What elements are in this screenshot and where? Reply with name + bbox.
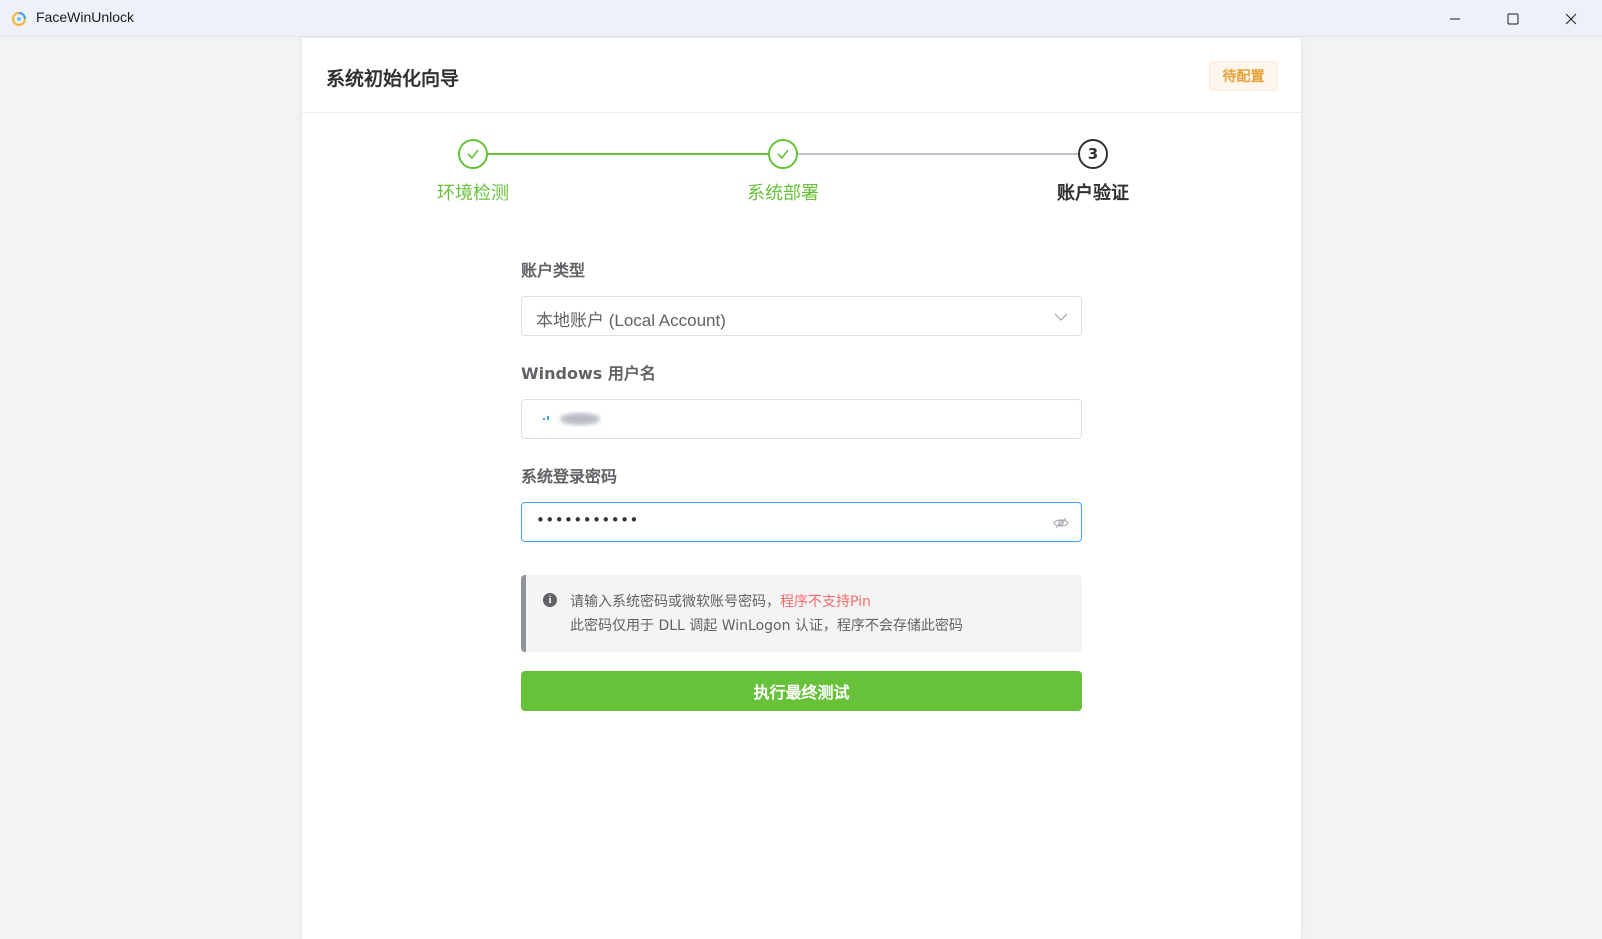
password-value: ••••••••••• — [536, 511, 639, 529]
setup-wizard-card: 系统初始化向导 待配置 环境检测 系统部署 3 账户验证 账户类型 本地账户 (… — [302, 38, 1301, 939]
pin-warning: 程序不支持Pin — [780, 594, 871, 610]
step-3-title: 账户验证 — [1057, 183, 1129, 204]
close-icon — [1565, 13, 1577, 24]
notice-line-2: 此密码仅用于 DLL 调起 WinLogon 认证，程序不会存储此密码 — [570, 618, 963, 634]
username-input[interactable] — [521, 399, 1082, 439]
close-button[interactable] — [1542, 0, 1600, 37]
step-3-number: 3 — [1078, 139, 1108, 169]
run-final-test-button[interactable]: 执行最终测试 — [521, 671, 1082, 711]
minimize-icon — [1450, 18, 1460, 19]
password-label: 系统登录密码 — [521, 467, 618, 486]
maximize-button[interactable] — [1484, 0, 1542, 37]
check-icon — [467, 149, 479, 160]
minimize-button[interactable] — [1426, 0, 1484, 37]
account-type-value: 本地账户 (Local Account) — [536, 311, 726, 330]
maximize-icon — [1507, 13, 1519, 24]
step-1-status — [458, 139, 488, 169]
password-input[interactable]: ••••••••••• — [521, 502, 1082, 542]
info-icon: i — [543, 593, 557, 607]
step-2-title: 系统部署 — [747, 183, 819, 204]
app-logo-icon — [11, 11, 27, 27]
window-title: FaceWinUnlock — [36, 9, 135, 25]
redacted-username — [543, 413, 600, 425]
account-type-label: 账户类型 — [521, 261, 586, 280]
username-label: Windows 用户名 — [521, 364, 656, 383]
card-header: 系统初始化向导 待配置 — [302, 38, 1301, 113]
status-badge: 待配置 — [1209, 61, 1278, 91]
chevron-down-icon — [1054, 313, 1068, 321]
step-connector-1 — [488, 153, 768, 155]
eye-off-icon[interactable] — [1053, 515, 1069, 531]
password-notice: i 请输入系统密码或微软账号密码，程序不支持Pin 此密码仅用于 DLL 调起 … — [521, 575, 1082, 652]
step-1-title: 环境检测 — [437, 183, 509, 204]
account-type-select[interactable]: 本地账户 (Local Account) — [521, 296, 1082, 336]
check-icon — [777, 149, 789, 160]
notice-line-1: 请输入系统密码或微软账号密码，程序不支持Pin — [570, 594, 871, 610]
page-title: 系统初始化向导 — [326, 68, 460, 90]
title-bar: FaceWinUnlock — [0, 0, 1602, 37]
step-connector-2 — [798, 153, 1078, 155]
step-2-status — [768, 139, 798, 169]
